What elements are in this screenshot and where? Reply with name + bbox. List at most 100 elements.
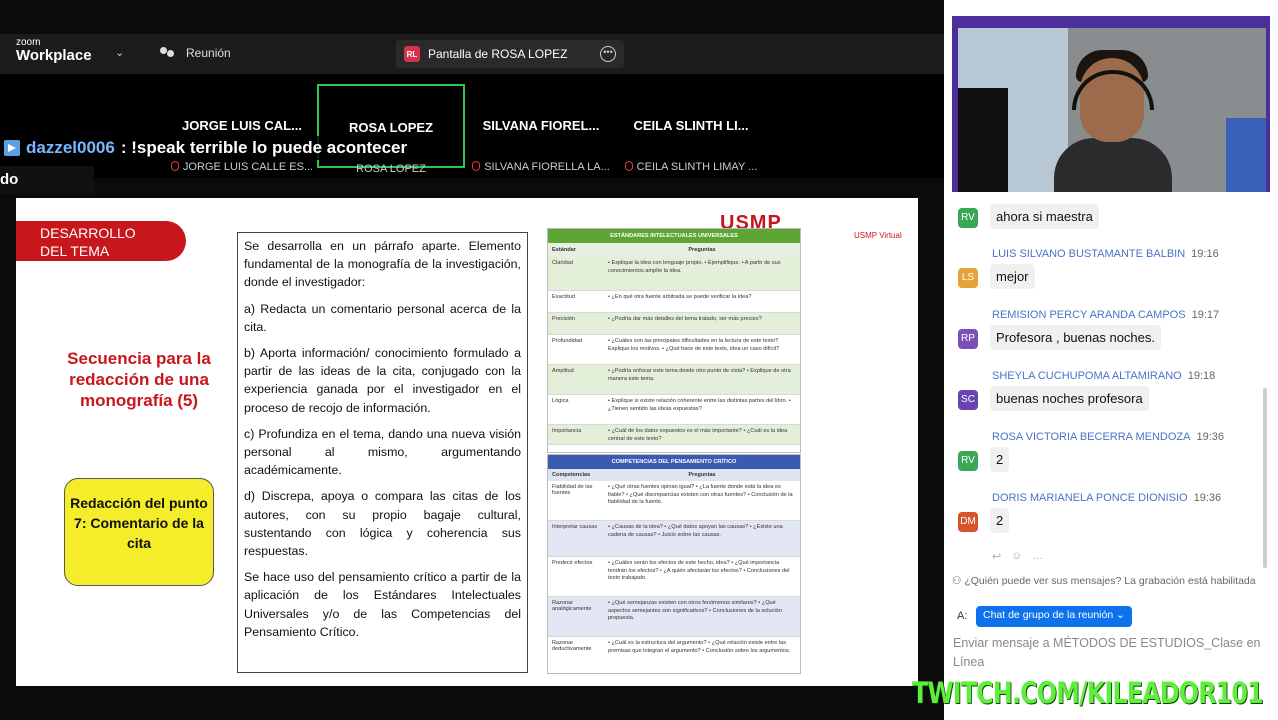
meeting-button[interactable]: Reunión [160,46,231,60]
zoom-workplace-logo[interactable]: zoom Workplace [16,38,92,64]
table-row: Profundidad • ¿Cuáles son las principales… [548,335,800,365]
table-header: Competencias Preguntas [548,469,800,481]
avatar[interactable]: RV [958,208,978,228]
message-sender[interactable]: ROSA VICTORIA BECERRA MENDOZA 19:36 [992,431,1224,443]
participant-label: SILVANA FIORELLA LA... [467,161,615,173]
table-cell: • Explique la idea con lenguaje propio. … [608,260,781,274]
participant-name: JORGE LUIS CAL... [182,118,302,133]
chat-visibility-note[interactable]: ⚇ ¿Quién puede ver sus mensajes? La grab… [952,575,1256,587]
message-time: 19:16 [1191,248,1219,260]
meeting-label: Reunión [186,46,231,60]
table-cell: Amplitud [552,368,574,374]
message-bubble: mejor [990,264,1035,289]
channel-watermark: TWITCH.COM/KILEADOR101 [912,676,1264,710]
people-icon: ⚇ [952,575,965,587]
slide-paragraph: Se hace uso del pensamiento crítico a pa… [244,570,521,639]
people-icon [160,46,178,60]
table-cell: • ¿Qué semejanzas existen con otros fenó… [608,600,782,621]
table-title: COMPETENCIAS DEL PENSAMIENTO CRÍTICO [548,455,800,469]
avatar[interactable]: RV [958,451,978,471]
reply-icon[interactable]: ↩ [992,550,1001,563]
table-cell: • ¿Cuál es la estructura del argumento? … [608,640,791,654]
chevron-down-icon[interactable]: ⌄ [115,46,124,59]
mic-muted-icon [170,161,179,171]
chat-message[interactable]: RP REMISION PERCY ARANDA CAMPOS 19:17 Profe… [950,309,1260,370]
table-row: Predecir efectos • ¿Cuáles serán los efec… [548,557,800,597]
participant-label: CEILA SLINTH LIMAY ... [617,161,765,173]
table-row: Lógica • Explique si existe relación cohe… [548,395,800,425]
recipient-label: A: [957,610,968,622]
table-cell: • ¿Podría enfocar este tema desde otro p… [608,368,791,382]
message-time: 19:18 [1187,370,1216,382]
screen-share-indicator[interactable]: RL Pantalla de ROSA LOPEZ ••• [396,40,624,68]
table-cell: • ¿Cuáles serán los efectos de este hech… [608,560,790,581]
chat-message-list[interactable]: RV ahora si maestra LS LUIS SILVANO BUSTAMA… [950,202,1260,553]
chat-message[interactable]: SC SHEYLA CUCHUPOMA ALTAMIRANO 19:18 buenas… [950,370,1260,431]
message-bubble: 2 [990,447,1010,472]
callout-box: Redacción del punto 7: Comentario de la … [64,478,214,586]
table-cell: Razonar analógicamente [552,600,592,612]
chat-scrollbar[interactable] [1263,388,1267,568]
message-sender[interactable]: LUIS SILVANO BUSTAMANTE BALBIN 19:16 [992,248,1219,260]
chat-message[interactable]: LS LUIS SILVANO BUSTAMANTE BALBIN 19:16 mej… [950,248,1260,309]
table-cell: Lógica [552,398,569,404]
table-cell: Importancia [552,428,582,434]
usmp-virtual-label: USMP Virtual [854,231,902,240]
table-header: Estándar Preguntas [548,243,800,257]
slide-paragraph: a) Redacta un comentario personal acerca… [244,301,521,334]
stream-chat-message: : !speak terrible lo puede acontecer [120,138,408,157]
recipient-dropdown[interactable]: Chat de grupo de la reunión ⌄ [976,606,1132,627]
avatar[interactable]: RP [958,329,978,349]
message-time: 19:17 [1191,309,1220,321]
chat-message[interactable]: RV ahora si maestra [950,202,1260,248]
sequence-title: Secuencia para la redacción de una monog… [67,349,211,410]
table-row: Fiabilidad de las fuentes • ¿Qué otras fu… [548,481,800,521]
avatar[interactable]: SC [958,390,978,410]
table-row: Precisión • ¿Podría dar más detalles del … [548,313,800,335]
message-sender[interactable]: DORIS MARIANELA PONCE DIONISIO 19:36 [992,492,1221,504]
message-sender[interactable]: REMISION PERCY ARANDA CAMPOS 19:17 [992,309,1219,321]
message-actions: ↩ ☺ … [992,550,1043,563]
table-cell: • ¿Podría dar más detalles del tema trat… [608,316,762,322]
table-cell: • Explique si existe relación coherente … [608,398,791,412]
participant-label: JORGE LUIS CALLE ES... [168,161,316,173]
mic-muted-icon [472,161,481,171]
table-cell: • ¿Cuál de los datos expuestos es el más… [608,428,788,442]
message-bubble: ahora si maestra [990,204,1099,229]
message-sender[interactable]: SHEYLA CUCHUPOMA ALTAMIRANO 19:18 [992,370,1215,382]
participant-name: SILVANA FIOREL... [482,118,600,133]
mic-muted-icon [624,161,633,171]
avatar[interactable]: DM [958,512,978,532]
table-row: Exactitud • ¿En qué otra fuente arbitrada… [548,291,800,313]
table-cell: Fiabilidad de las fuentes [552,484,593,496]
stream-chat-overlay: dazzel0006 : !speak terrible lo puede ac… [0,136,414,160]
more-icon[interactable]: … [1032,550,1043,563]
message-bubble: Profesora , buenas noches. [990,325,1161,350]
slide-paragraph: d) Discrepa, apoya o compara las citas d… [244,489,521,559]
table-cell: Exactitud [552,294,576,300]
chat-message-input[interactable]: Enviar mensaje a MÉTODOS DE ESTUDIOS_Cla… [953,634,1263,672]
more-options-icon[interactable]: ••• [600,46,616,62]
participant-tile[interactable]: SILVANA FIOREL... SILVANA FIORELLA LA... [467,84,615,173]
banner-line: DEL TEMA [40,243,110,259]
table-row: Claridad • Explique la idea con lenguaje … [548,257,800,291]
table-cell: Claridad [552,260,573,266]
table-cell: • ¿Causas de la idea? • ¿Qué datos apoya… [608,524,783,538]
table-row: Interpretar causas • ¿Causas de la idea? … [548,521,800,557]
participant-tile[interactable]: CEILA SLINTH LI... CEILA SLINTH LIMAY ..… [617,84,765,173]
slide-paragraph: c) Profundiza en el tema, dando una nuev… [244,426,521,478]
chat-message[interactable]: DM DORIS MARIANELA PONCE DIONISIO 19:36 2 [950,492,1260,553]
table-row: Amplitud • ¿Podría enfocar este tema desd… [548,365,800,395]
participant-name: CEILA SLINTH LI... [633,118,749,133]
message-bubble: 2 [990,508,1010,533]
webcam-video [958,28,1266,192]
avatar[interactable]: LS [958,268,978,288]
slide-paragraph: b) Aporta información/ conocimiento form… [244,346,521,415]
emoji-icon[interactable]: ☺ [1011,550,1022,563]
table-row: Importancia • ¿Cuál de los datos expuesto… [548,425,800,445]
chevron-down-icon: ⌄ [1116,609,1125,621]
chat-message[interactable]: RV ROSA VICTORIA BECERRA MENDOZA 19:36 2 [950,431,1260,492]
presenter-avatar: RL [404,46,420,62]
table-cell: Interpretar causas [552,524,598,530]
table-row: Razonar deductivamente • ¿Cuál es la estr… [548,637,800,673]
